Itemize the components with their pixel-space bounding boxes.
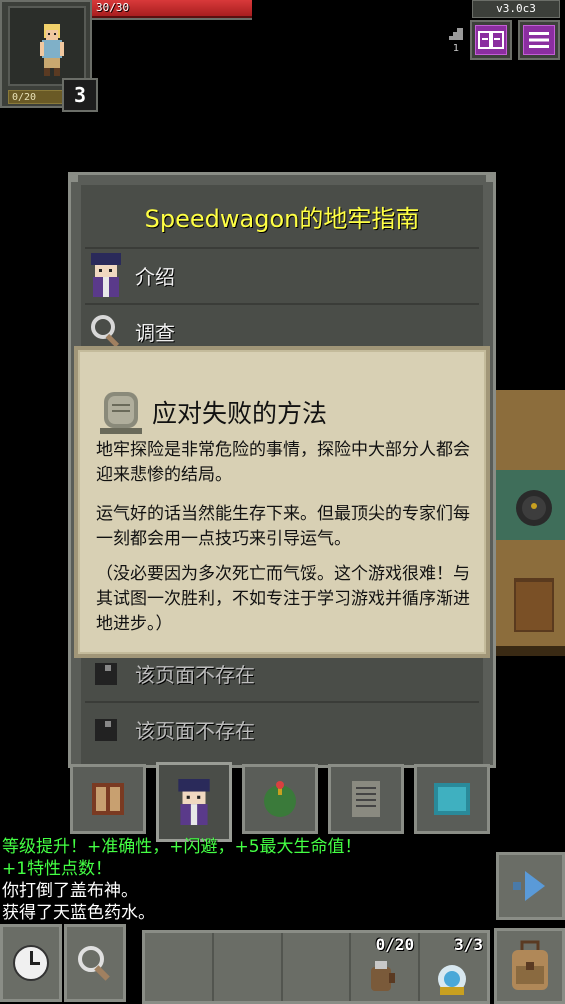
log-line: 等级提升！+准确性，+闪避，+5最大生命值！: [2, 837, 362, 857]
dungeon-map-peek: [494, 390, 565, 656]
help-dialog[interactable]: 应对失败的方法 地牢探险是非常危险的事情，探险中大部分人都会迎来悲惨的结局。 运…: [74, 346, 490, 658]
quickslot-5[interactable]: 3/3: [420, 933, 487, 1001]
stairs-icon: [449, 28, 463, 40]
log-line: 你打倒了盖布神。: [2, 881, 138, 901]
quickslot-2[interactable]: [214, 933, 283, 1001]
alchemy-tab[interactable]: [242, 764, 318, 834]
log-line: 获得了天蓝色药水。: [2, 903, 155, 923]
dungeon-tiles: [494, 390, 565, 656]
journal-entry-label: 介绍: [135, 264, 175, 289]
catalog-tab[interactable]: [70, 764, 146, 834]
dialog-title: 应对失败的方法: [152, 399, 328, 428]
journal-entry-missing-2[interactable]: 该页面不存在: [89, 703, 475, 755]
journal-corner: [68, 172, 78, 182]
catalog-tab-icon: [92, 783, 124, 815]
hamburger-menu-icon: [523, 25, 555, 55]
menu-button[interactable]: [518, 20, 560, 60]
backpack-button[interactable]: [494, 928, 565, 1004]
map-tab-icon: [434, 783, 470, 815]
search-button[interactable]: [64, 924, 126, 1002]
depth-number: 1: [452, 43, 460, 54]
guide-tab[interactable]: [156, 762, 232, 842]
journal-entry-label: 该页面不存在: [135, 718, 255, 743]
journal-book-icon: [475, 25, 507, 55]
log-line: +1特性点数！: [2, 859, 113, 879]
tombstone-icon: [100, 392, 142, 434]
map-tab[interactable]: [414, 764, 490, 834]
backpack-icon: [511, 940, 548, 990]
hero-sprite-icon: [40, 24, 64, 76]
quickslot-bar: 0/20 3/3: [142, 930, 490, 1004]
quickslot-4[interactable]: 0/20: [351, 933, 421, 1001]
quickslot-count: 0/20: [375, 935, 415, 954]
hero-portrait: [8, 6, 86, 86]
journal-entry-label: 调查: [135, 320, 175, 345]
clock-icon: [13, 945, 49, 981]
spellbook-icon: [438, 965, 467, 995]
hp-text: 30/30: [96, 1, 130, 14]
journal-title: Speedwagon的地牢指南: [144, 205, 420, 233]
xp-bar: 0/20: [8, 90, 64, 104]
version-label: v3.0c3: [472, 0, 560, 18]
journal-entry-label: 该页面不存在: [135, 662, 255, 687]
search-icon: [78, 946, 110, 981]
guide-character-icon: [89, 253, 123, 297]
dialog-paragraph: （没必要因为多次死亡而气馁。这个游戏很难！与其试图一次胜利，不如专注于学习游戏并…: [96, 564, 470, 634]
notes-tab[interactable]: [328, 764, 404, 834]
quickslot-count: 3/3: [454, 935, 483, 954]
resume-button[interactable]: [496, 852, 565, 920]
guide-tab-icon: [178, 779, 210, 825]
alchemy-tab-icon: [264, 781, 296, 817]
quickslot-3[interactable]: [283, 933, 352, 1001]
hp-bar: 30/30: [92, 0, 252, 20]
journal-corner: [486, 172, 496, 182]
waterskin-icon: [371, 961, 396, 991]
journal-entry-intro[interactable]: 介绍: [89, 249, 475, 301]
quickslot-1[interactable]: [145, 933, 214, 1001]
dialog-paragraph: 地牢探险是非常危险的事情，探险中大部分人都会迎来悲惨的结局。: [96, 440, 470, 485]
depth-indicator: 1: [448, 28, 464, 54]
notes-tab-icon: [352, 781, 380, 817]
dialog-paragraph: 运气好的话当然能生存下来。但最顶尖的专家们每一刻都会用一点技巧来引导运气。: [96, 504, 470, 549]
journal-button[interactable]: [470, 20, 512, 60]
xp-text: 0/20: [12, 92, 37, 103]
wait-button[interactable]: [0, 924, 62, 1002]
level-badge: 3: [62, 78, 98, 112]
resume-arrow-icon: [512, 871, 545, 901]
missing-page-icon: [89, 707, 123, 751]
